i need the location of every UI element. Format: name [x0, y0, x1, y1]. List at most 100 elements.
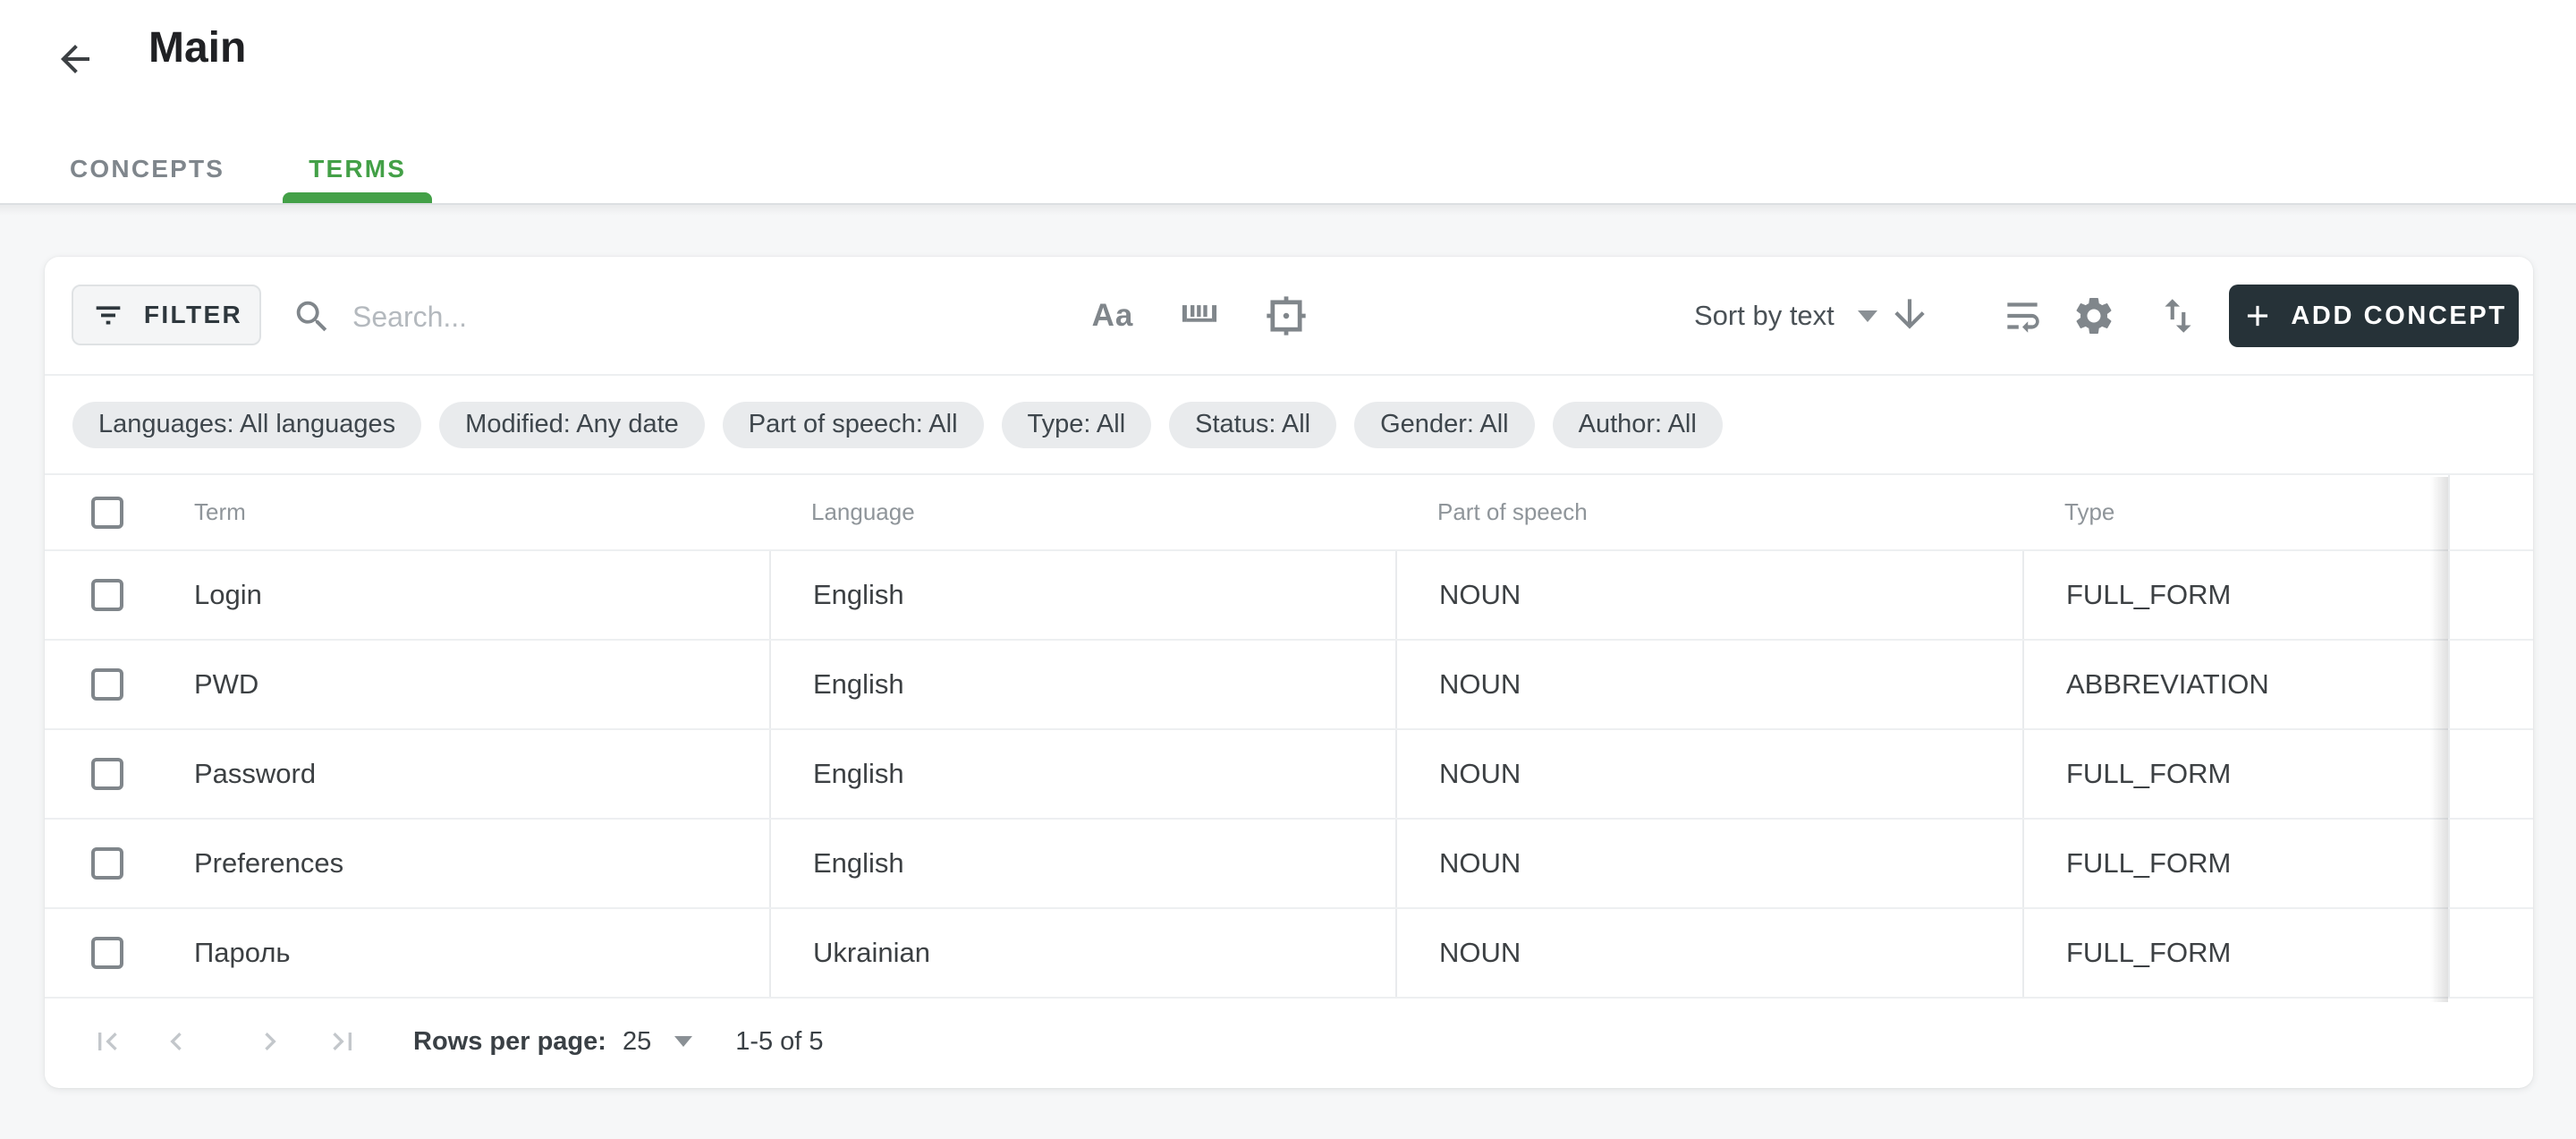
sort-caret-icon: [1858, 310, 1877, 322]
cell-term: Пароль: [192, 909, 769, 997]
cell-type: FULL_FORM: [2022, 730, 2448, 818]
table-row[interactable]: LoginEnglishNOUNFULL_FORM: [45, 551, 2533, 641]
cell-type: ABBREVIATION: [2022, 641, 2448, 728]
first-page-button[interactable]: [89, 1024, 125, 1059]
filter-chips: Languages: All languages Modified: Any da…: [45, 376, 2533, 475]
tab-bar: CONCEPTS TERMS: [44, 134, 432, 203]
cell-term: Login: [192, 551, 769, 639]
filter-button[interactable]: FILTER: [72, 285, 261, 345]
filter-chip[interactable]: Modified: Any date: [439, 402, 705, 448]
row-checkbox[interactable]: [91, 579, 123, 611]
cell-extra: [2448, 551, 2533, 639]
back-arrow-icon: [54, 38, 97, 81]
toolbar: FILTER Aa Sort by text: [45, 257, 2533, 376]
cell-part-of-speech: NOUN: [1395, 641, 2022, 728]
swap-vert-icon: [2156, 293, 2200, 338]
column-header-part-of-speech: Part of speech: [1395, 475, 2022, 549]
settings-button[interactable]: [2070, 292, 2118, 340]
select-all-checkbox[interactable]: [91, 497, 123, 529]
filter-chip-label: Status: All: [1195, 410, 1310, 439]
sort-select[interactable]: Sort by text: [1694, 289, 1877, 343]
row-checkbox[interactable]: [91, 937, 123, 969]
rows-per-page-value: 25: [623, 1027, 651, 1057]
search-input[interactable]: [351, 289, 927, 344]
cell-language: English: [769, 820, 1395, 907]
cell-extra: [2448, 641, 2533, 728]
cell-part-of-speech: NOUN: [1395, 551, 2022, 639]
cell-term: Password: [192, 730, 769, 818]
table-row[interactable]: ПарольUkrainianNOUNFULL_FORM: [45, 909, 2533, 999]
cell-extra: [2448, 730, 2533, 818]
cell-part-of-speech: NOUN: [1395, 730, 2022, 818]
column-header-extra: [2448, 475, 2533, 549]
filter-chip-label: Gender: All: [1380, 410, 1508, 439]
filter-chip[interactable]: Gender: All: [1354, 402, 1534, 448]
row-checkbox-cell: [45, 551, 192, 639]
tab-terms-label: TERMS: [309, 155, 406, 183]
row-checkbox[interactable]: [91, 668, 123, 701]
row-checkbox[interactable]: [91, 758, 123, 790]
cell-language: English: [769, 551, 1395, 639]
back-button[interactable]: [50, 34, 100, 84]
content-area: FILTER Aa Sort by text: [0, 205, 2576, 1139]
row-checkbox-cell: [45, 641, 192, 728]
add-concept-button[interactable]: ADD CONCEPT: [2229, 285, 2519, 347]
app-screen: Main CONCEPTS TERMS FILTER Aa: [0, 0, 2576, 1139]
next-page-button[interactable]: [252, 1024, 288, 1059]
filter-chip-label: Modified: Any date: [465, 410, 679, 439]
filter-chip[interactable]: Type: All: [1002, 402, 1152, 448]
table-row[interactable]: PWDEnglishNOUNABBREVIATION: [45, 641, 2533, 730]
whole-word-icon[interactable]: [1175, 292, 1224, 340]
plus-icon: [2241, 299, 2275, 333]
filter-chip[interactable]: Languages: All languages: [72, 402, 421, 448]
exact-match-icon[interactable]: [1262, 292, 1310, 340]
cell-type: FULL_FORM: [2022, 909, 2448, 997]
cell-type: FULL_FORM: [2022, 820, 2448, 907]
column-header-language: Language: [769, 475, 1395, 549]
swap-order-button[interactable]: [2154, 292, 2202, 340]
select-all-cell: [45, 475, 192, 549]
chevron-left-icon: [158, 1024, 194, 1059]
row-checkbox-cell: [45, 820, 192, 907]
filter-icon: [90, 297, 126, 333]
page-range-label: 1-5 of 5: [735, 1027, 823, 1057]
match-case-icon[interactable]: Aa: [1085, 289, 1140, 343]
add-concept-label: ADD CONCEPT: [2291, 302, 2506, 331]
filter-chip-label: Part of speech: All: [749, 410, 958, 439]
terms-card: FILTER Aa Sort by text: [45, 257, 2533, 1088]
page-title: Main: [148, 23, 246, 72]
rows-per-page-select[interactable]: 25: [606, 1027, 692, 1057]
cell-part-of-speech: NOUN: [1395, 909, 2022, 997]
search-icon: [292, 296, 333, 337]
first-page-icon: [89, 1024, 125, 1059]
column-header-type: Type: [2022, 475, 2448, 549]
row-checkbox-cell: [45, 909, 192, 997]
cell-term: PWD: [192, 641, 769, 728]
filter-chip-label: Languages: All languages: [98, 410, 395, 439]
rows-per-page-caret-icon: [674, 1036, 692, 1047]
last-page-button[interactable]: [325, 1024, 360, 1059]
wrap-text-icon: [2000, 293, 2045, 338]
row-checkbox[interactable]: [91, 847, 123, 880]
table-row[interactable]: PreferencesEnglishNOUNFULL_FORM: [45, 820, 2533, 909]
sort-direction-button[interactable]: [1885, 290, 1934, 338]
cell-extra: [2448, 820, 2533, 907]
filter-chip[interactable]: Part of speech: All: [723, 402, 984, 448]
table-row[interactable]: PasswordEnglishNOUNFULL_FORM: [45, 730, 2533, 820]
pagination: Rows per page: 25 1-5 of 5: [45, 999, 2533, 1084]
tab-concepts[interactable]: CONCEPTS: [44, 134, 250, 203]
filter-button-label: FILTER: [144, 301, 242, 329]
cell-language: English: [769, 730, 1395, 818]
previous-page-button[interactable]: [158, 1024, 194, 1059]
cell-type: FULL_FORM: [2022, 551, 2448, 639]
filter-chip-label: Type: All: [1028, 410, 1126, 439]
rows-per-page-label: Rows per page:: [413, 1027, 606, 1057]
tab-terms[interactable]: TERMS: [283, 134, 432, 203]
cell-language: Ukrainian: [769, 909, 1395, 997]
filter-chip[interactable]: Author: All: [1553, 402, 1723, 448]
cell-part-of-speech: NOUN: [1395, 820, 2022, 907]
wrap-text-button[interactable]: [1998, 292, 2046, 340]
table-header: TermLanguagePart of speechType: [45, 475, 2533, 551]
cell-term: Preferences: [192, 820, 769, 907]
filter-chip[interactable]: Status: All: [1169, 402, 1336, 448]
